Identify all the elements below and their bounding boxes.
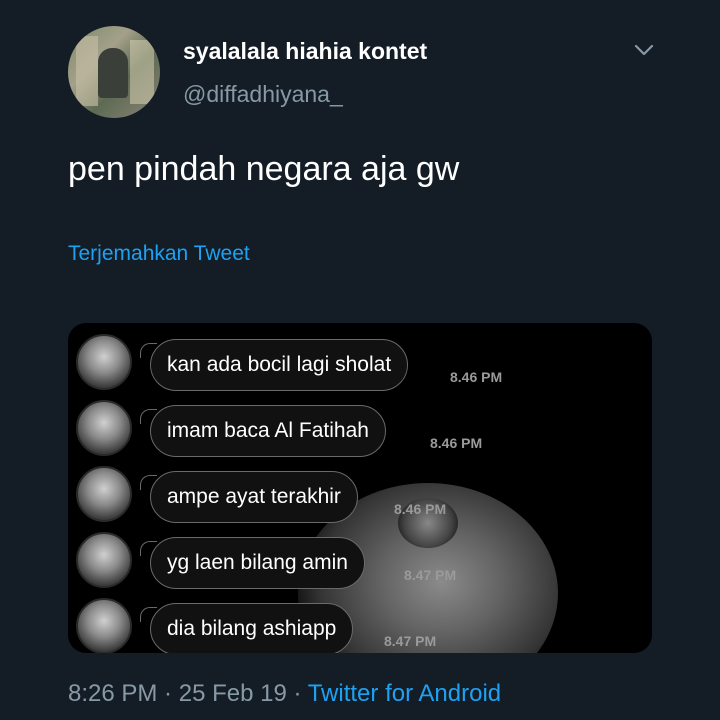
chat-timestamp: 8.47 PM bbox=[384, 633, 437, 649]
chat-avatar bbox=[76, 598, 132, 653]
tweet-media-image[interactable]: kan ada bocil lagi sholat 8.46 PM imam b… bbox=[68, 323, 652, 653]
chat-avatar bbox=[76, 466, 132, 522]
chat-timestamp: 8.46 PM bbox=[430, 435, 483, 451]
meta-separator: · bbox=[286, 680, 308, 707]
tweet-source-link[interactable]: Twitter for Android bbox=[308, 680, 501, 707]
display-name[interactable]: syalalala hiahia kontet bbox=[183, 38, 427, 65]
chat-bubble: dia bilang ashiapp bbox=[150, 603, 354, 653]
chat-bubble: ampe ayat terakhir bbox=[150, 471, 358, 523]
chat-avatar bbox=[76, 532, 132, 588]
chat-timestamp: 8.47 PM bbox=[404, 567, 457, 583]
user-handle[interactable]: @diffadhiyana_ bbox=[183, 81, 343, 108]
chevron-down-icon[interactable] bbox=[632, 40, 656, 60]
profile-avatar[interactable] bbox=[68, 26, 160, 118]
tweet-meta: 8:26 PM · 25 Feb 19 · Twitter for Androi… bbox=[68, 680, 501, 708]
chat-bubble: kan ada bocil lagi sholat bbox=[150, 339, 409, 391]
tweet-time[interactable]: 8:26 PM bbox=[68, 680, 157, 707]
chat-timestamp: 8.46 PM bbox=[450, 369, 503, 385]
chat-avatar bbox=[76, 400, 132, 456]
tweet-text: pen pindah negara aja gw bbox=[68, 150, 460, 188]
meta-separator: · bbox=[157, 680, 179, 707]
chat-message: kan ada bocil lagi sholat 8.46 PM bbox=[68, 329, 652, 391]
chat-bubble: yg laen bilang amin bbox=[150, 537, 365, 589]
translate-tweet-link[interactable]: Terjemahkan Tweet bbox=[68, 242, 250, 266]
chat-timestamp: 8.46 PM bbox=[394, 501, 447, 517]
chat-message: imam baca Al Fatihah 8.46 PM bbox=[68, 395, 652, 457]
chat-avatar bbox=[76, 334, 132, 390]
chat-message: dia bilang ashiapp 8.47 PM bbox=[68, 593, 652, 653]
chat-message: ampe ayat terakhir 8.46 PM bbox=[68, 461, 652, 523]
chat-bubble: imam baca Al Fatihah bbox=[150, 405, 386, 457]
tweet-date[interactable]: 25 Feb 19 bbox=[179, 680, 287, 707]
chat-message: yg laen bilang amin 8.47 PM bbox=[68, 527, 652, 589]
